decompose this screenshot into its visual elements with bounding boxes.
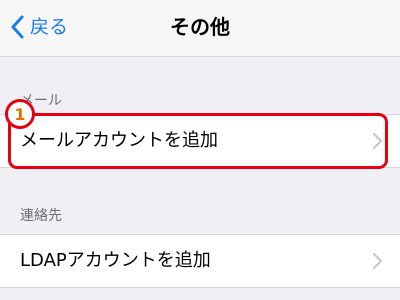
page-title: その他 [170,15,230,39]
step-number-badge: 1 [5,99,35,129]
add-ldap-account-row[interactable]: LDAPアカウントを追加 [0,234,400,288]
highlight-frame [8,113,388,169]
chevron-right-icon [373,253,382,269]
add-ldap-account-label: LDAPアカウントを追加 [20,250,211,271]
navigation-bar: 戻る その他 [0,0,400,57]
section-header-contacts: 連絡先 [20,208,62,224]
